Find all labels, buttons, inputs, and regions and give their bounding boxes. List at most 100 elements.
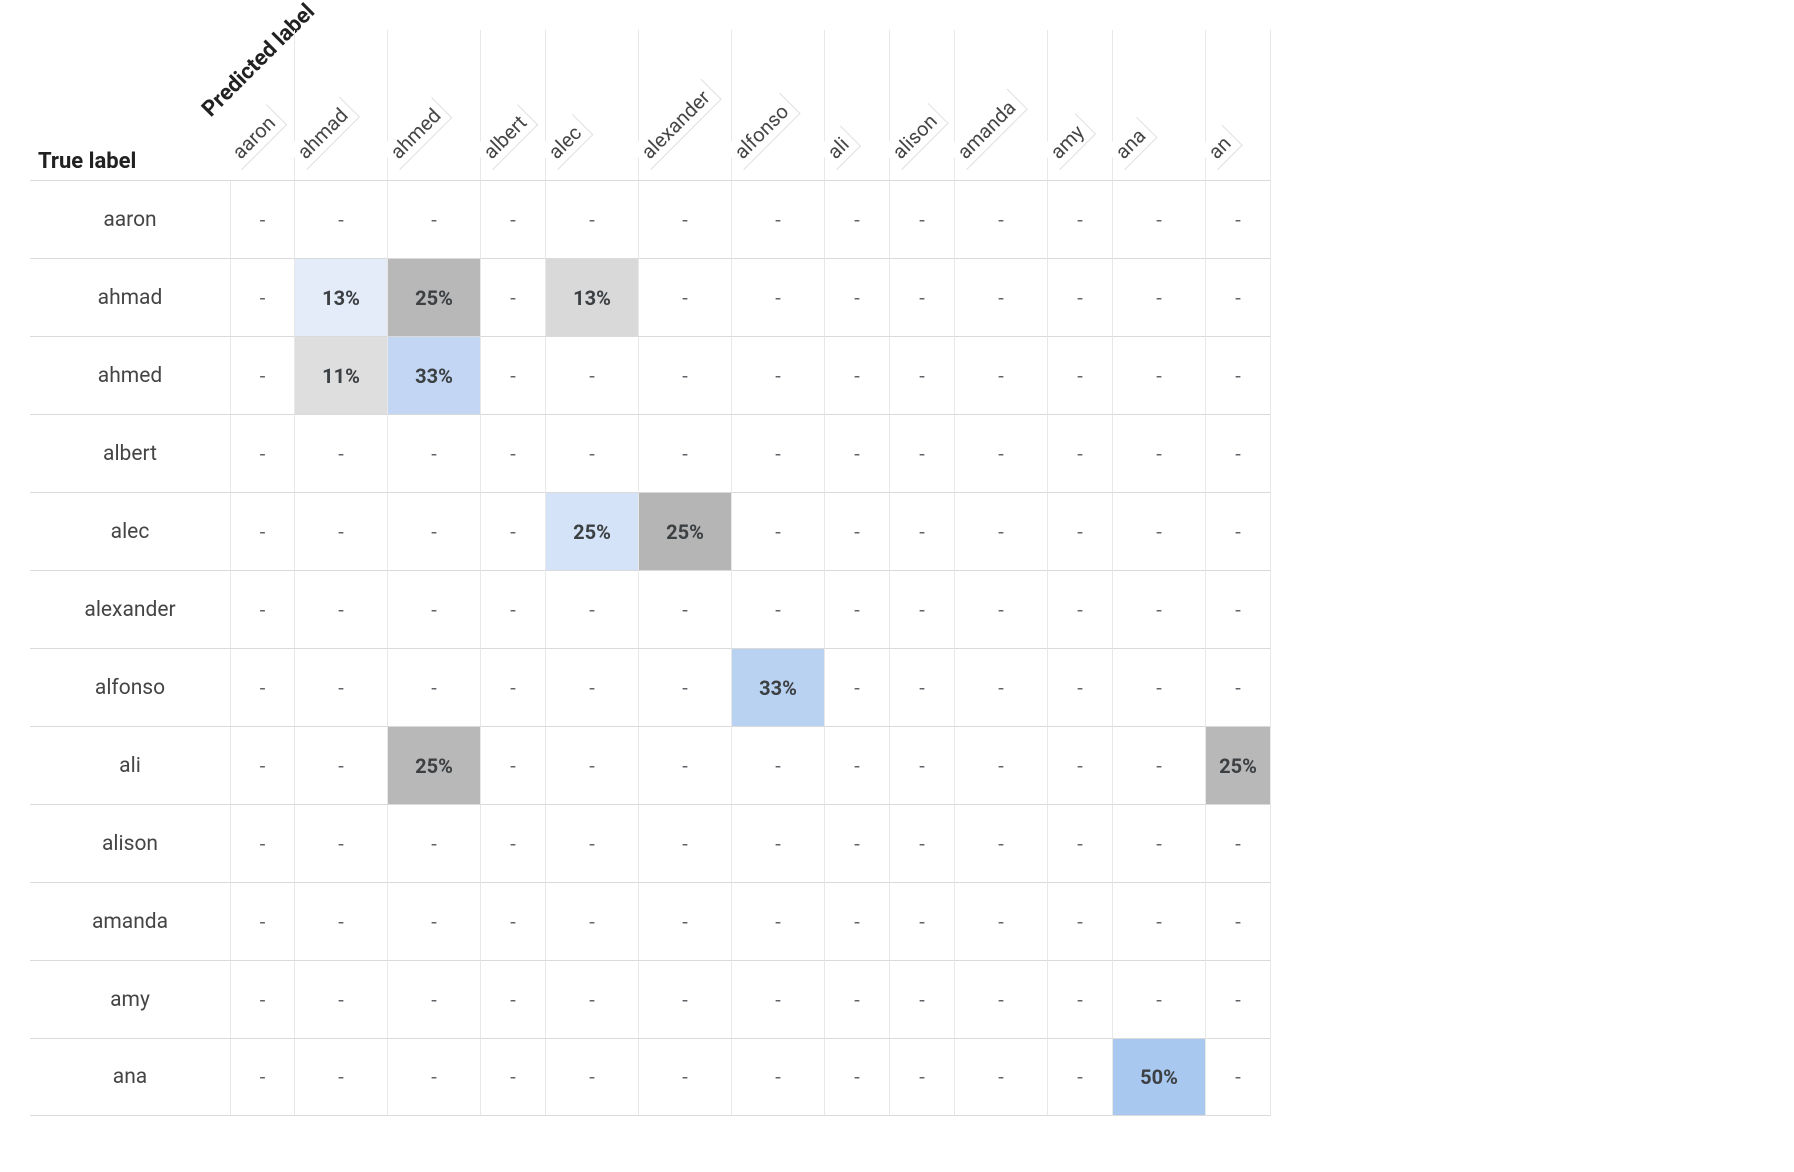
matrix-cell[interactable]: -: [732, 336, 825, 414]
matrix-cell[interactable]: -: [230, 726, 295, 804]
matrix-cell[interactable]: -: [732, 414, 825, 492]
matrix-cell[interactable]: -: [481, 492, 546, 570]
matrix-cell[interactable]: -: [481, 258, 546, 336]
column-header[interactable]: ana: [1113, 30, 1206, 180]
matrix-cell[interactable]: -: [1206, 492, 1271, 570]
matrix-cell[interactable]: -: [1048, 648, 1113, 726]
matrix-cell[interactable]: 13%: [295, 258, 388, 336]
matrix-cell[interactable]: -: [1048, 882, 1113, 960]
column-header[interactable]: amanda: [955, 30, 1048, 180]
matrix-cell[interactable]: -: [546, 882, 639, 960]
matrix-cell[interactable]: -: [1206, 258, 1271, 336]
matrix-cell[interactable]: 50%: [1113, 1038, 1206, 1116]
row-header[interactable]: albert: [30, 414, 230, 492]
matrix-cell[interactable]: -: [481, 180, 546, 258]
matrix-cell[interactable]: -: [955, 1038, 1048, 1116]
matrix-cell[interactable]: 25%: [388, 726, 481, 804]
matrix-cell[interactable]: -: [230, 336, 295, 414]
matrix-cell[interactable]: -: [295, 882, 388, 960]
column-header[interactable]: alexander: [639, 30, 732, 180]
matrix-cell[interactable]: -: [639, 570, 732, 648]
matrix-cell[interactable]: -: [890, 570, 955, 648]
matrix-cell[interactable]: -: [388, 570, 481, 648]
matrix-cell[interactable]: -: [546, 804, 639, 882]
matrix-cell[interactable]: -: [1113, 726, 1206, 804]
matrix-cell[interactable]: -: [230, 804, 295, 882]
matrix-cell[interactable]: -: [825, 492, 890, 570]
matrix-cell[interactable]: -: [481, 414, 546, 492]
matrix-cell[interactable]: -: [890, 960, 955, 1038]
matrix-cell[interactable]: -: [388, 1038, 481, 1116]
matrix-cell[interactable]: -: [825, 336, 890, 414]
matrix-cell[interactable]: 25%: [639, 492, 732, 570]
matrix-cell[interactable]: -: [825, 648, 890, 726]
row-header[interactable]: amy: [30, 960, 230, 1038]
matrix-cell[interactable]: -: [1113, 960, 1206, 1038]
matrix-cell[interactable]: -: [955, 414, 1048, 492]
matrix-cell[interactable]: -: [481, 960, 546, 1038]
matrix-cell[interactable]: -: [639, 180, 732, 258]
matrix-cell[interactable]: -: [295, 414, 388, 492]
matrix-cell[interactable]: 33%: [732, 648, 825, 726]
matrix-cell[interactable]: -: [825, 414, 890, 492]
matrix-cell[interactable]: -: [732, 1038, 825, 1116]
matrix-cell[interactable]: -: [955, 960, 1048, 1038]
matrix-cell[interactable]: -: [295, 492, 388, 570]
row-header[interactable]: aaron: [30, 180, 230, 258]
matrix-cell[interactable]: -: [295, 726, 388, 804]
matrix-cell[interactable]: -: [388, 414, 481, 492]
column-header[interactable]: ahmed: [388, 30, 481, 180]
matrix-cell[interactable]: -: [1206, 1038, 1271, 1116]
matrix-cell[interactable]: -: [639, 1038, 732, 1116]
matrix-cell[interactable]: -: [732, 726, 825, 804]
matrix-cell[interactable]: -: [890, 258, 955, 336]
matrix-cell[interactable]: -: [639, 726, 732, 804]
matrix-cell[interactable]: -: [639, 882, 732, 960]
matrix-cell[interactable]: -: [546, 180, 639, 258]
matrix-cell[interactable]: -: [481, 882, 546, 960]
matrix-cell[interactable]: -: [481, 1038, 546, 1116]
matrix-cell[interactable]: -: [1113, 180, 1206, 258]
matrix-cell[interactable]: -: [955, 180, 1048, 258]
column-header[interactable]: ali: [825, 30, 890, 180]
matrix-cell[interactable]: -: [481, 804, 546, 882]
matrix-cell[interactable]: -: [1048, 804, 1113, 882]
matrix-cell[interactable]: -: [230, 960, 295, 1038]
matrix-cell[interactable]: -: [546, 960, 639, 1038]
matrix-cell[interactable]: -: [1113, 414, 1206, 492]
matrix-cell[interactable]: -: [295, 1038, 388, 1116]
matrix-cell[interactable]: -: [230, 258, 295, 336]
matrix-cell[interactable]: -: [295, 570, 388, 648]
matrix-cell[interactable]: -: [481, 336, 546, 414]
matrix-cell[interactable]: -: [230, 492, 295, 570]
matrix-cell[interactable]: -: [955, 336, 1048, 414]
matrix-cell[interactable]: -: [732, 258, 825, 336]
matrix-cell[interactable]: 25%: [1206, 726, 1271, 804]
matrix-cell[interactable]: -: [388, 492, 481, 570]
matrix-cell[interactable]: -: [890, 882, 955, 960]
matrix-cell[interactable]: -: [388, 648, 481, 726]
matrix-cell[interactable]: -: [890, 336, 955, 414]
matrix-cell[interactable]: -: [955, 804, 1048, 882]
matrix-cell[interactable]: -: [1206, 804, 1271, 882]
matrix-cell[interactable]: -: [1048, 960, 1113, 1038]
matrix-cell[interactable]: -: [825, 570, 890, 648]
matrix-cell[interactable]: -: [1113, 648, 1206, 726]
matrix-cell[interactable]: -: [1048, 414, 1113, 492]
column-header[interactable]: ahmad: [295, 30, 388, 180]
matrix-cell[interactable]: -: [890, 1038, 955, 1116]
matrix-cell[interactable]: -: [546, 726, 639, 804]
matrix-cell[interactable]: 25%: [546, 492, 639, 570]
matrix-cell[interactable]: -: [388, 180, 481, 258]
matrix-cell[interactable]: -: [546, 648, 639, 726]
matrix-cell[interactable]: -: [955, 492, 1048, 570]
matrix-cell[interactable]: -: [1048, 726, 1113, 804]
matrix-cell[interactable]: -: [546, 414, 639, 492]
matrix-cell[interactable]: -: [1206, 414, 1271, 492]
matrix-cell[interactable]: -: [388, 960, 481, 1038]
matrix-cell[interactable]: -: [388, 804, 481, 882]
matrix-cell[interactable]: -: [890, 492, 955, 570]
row-header[interactable]: alfonso: [30, 648, 230, 726]
matrix-cell[interactable]: -: [639, 258, 732, 336]
matrix-cell[interactable]: -: [1048, 492, 1113, 570]
